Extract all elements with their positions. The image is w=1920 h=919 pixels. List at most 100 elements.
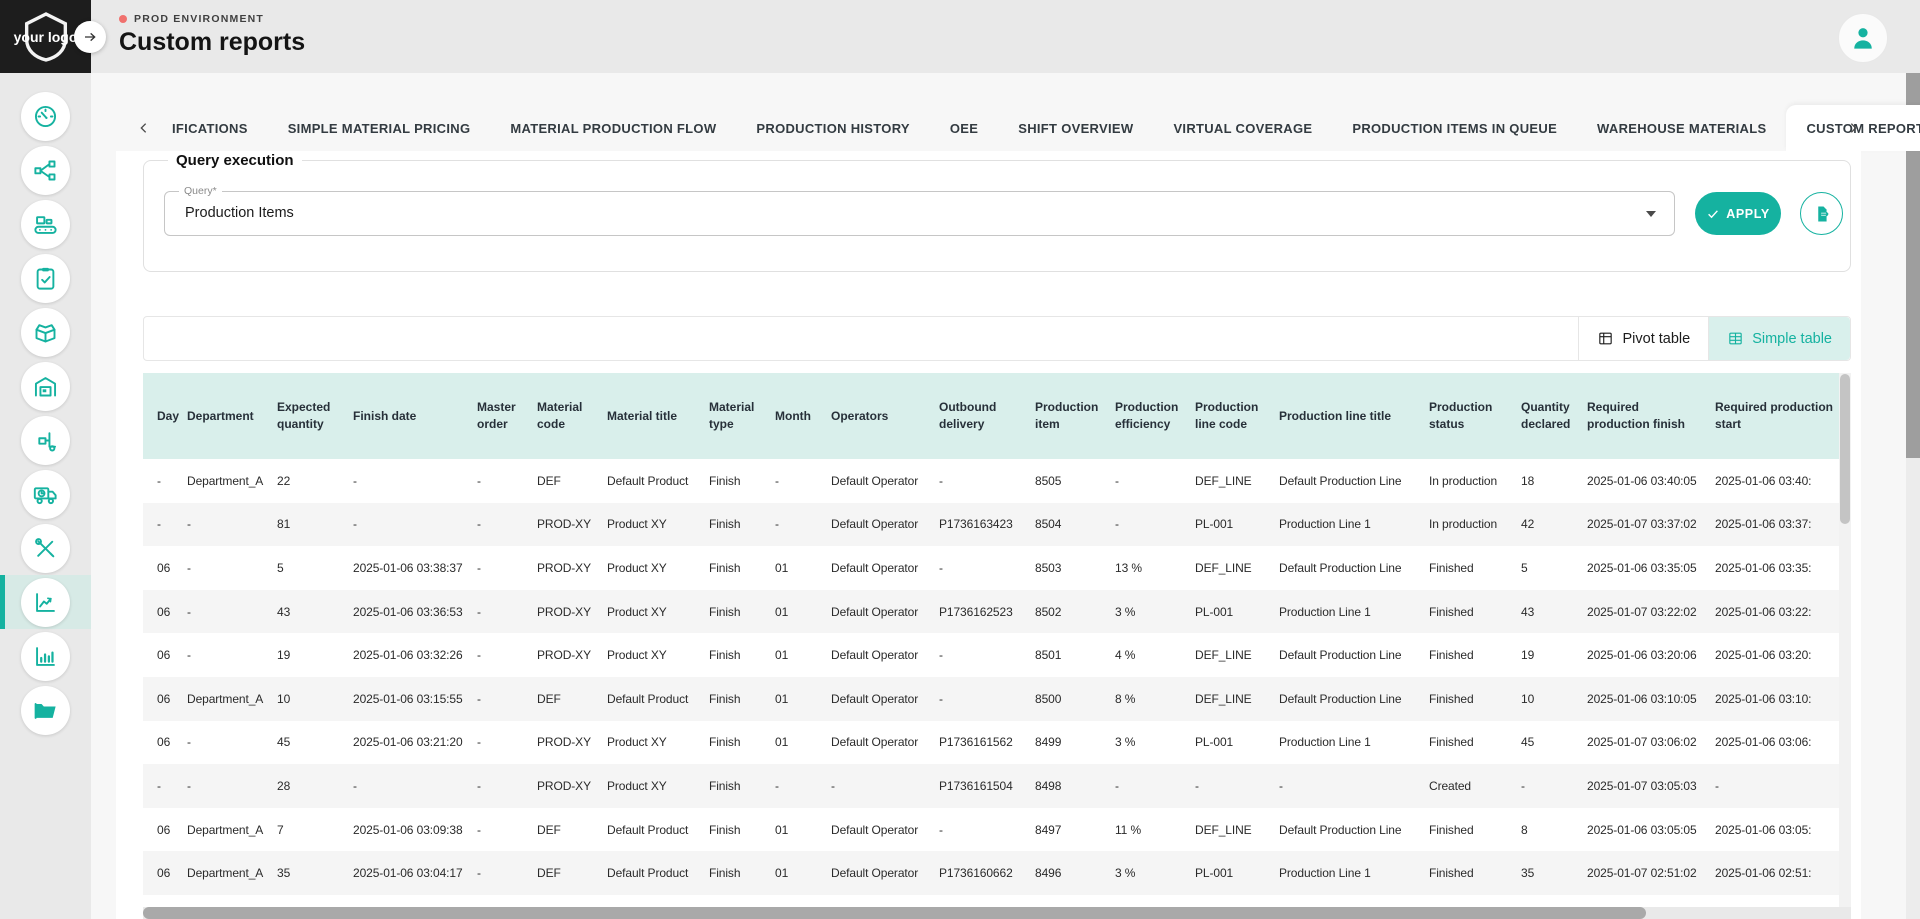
sidebar-item-documents[interactable] (0, 683, 91, 737)
table-row[interactable]: 06-192025-01-06 03:32:26-PROD-XYProduct … (143, 633, 1839, 677)
tab-content-panel: Query execution Query* Production Items … (116, 151, 1861, 919)
pivot-table-label: Pivot table (1622, 331, 1690, 347)
table-cell: 19 (1521, 633, 1587, 677)
table-cell: 45 (1521, 721, 1587, 765)
sidebar-item-delivery[interactable] (0, 467, 91, 521)
table-cell: 28 (277, 764, 353, 808)
table-row[interactable]: --28--PROD-XYProduct XYFinish--P17361615… (143, 764, 1839, 808)
sidebar-item-dashboard[interactable] (0, 89, 91, 143)
table-cell: - (353, 503, 477, 547)
tab-material-production-flow[interactable]: MATERIAL PRODUCTION FLOW (490, 105, 736, 151)
table-cell: Default Operator (831, 808, 939, 852)
tab-shift-overview[interactable]: SHIFT OVERVIEW (998, 105, 1153, 151)
table-cell: DEF_LINE (1195, 459, 1279, 503)
table-vertical-scrollbar-thumb[interactable] (1840, 374, 1850, 524)
column-header-production-efficiency: Production efficiency (1115, 373, 1195, 459)
sidebar-item-tasks[interactable] (0, 251, 91, 305)
table-horizontal-scrollbar-thumb[interactable] (143, 907, 1646, 919)
table-cell: P1736161562 (939, 721, 1035, 765)
table-cell: 4 % (1115, 633, 1195, 677)
table-cell: 2025-01-06 03:40:05 (1587, 459, 1715, 503)
column-header-production-status: Production status (1429, 373, 1521, 459)
table-cell: 5 (277, 546, 353, 590)
user-avatar-button[interactable] (1838, 13, 1888, 63)
table-cell: 13 % (1115, 546, 1195, 590)
table-cell: - (353, 459, 477, 503)
column-header-master-order: Master order (477, 373, 537, 459)
sidebar-item-forklift[interactable] (0, 413, 91, 467)
apply-button-label: APPLY (1726, 207, 1770, 221)
table-cell: 2025-01-06 03:32:26 (353, 633, 477, 677)
table-row[interactable]: 06-452025-01-06 03:21:20-PROD-XYProduct … (143, 721, 1839, 765)
sidebar-item-flow[interactable] (0, 143, 91, 197)
table-row[interactable]: --81--PROD-XYProduct XYFinish-Default Op… (143, 503, 1839, 547)
tab-production-history[interactable]: PRODUCTION HISTORY (736, 105, 929, 151)
table-cell: Finish (709, 851, 775, 895)
sidebar-item-reports[interactable] (0, 575, 91, 629)
tabs-scroll-right-button[interactable] (1841, 105, 1865, 151)
pivot-table-button[interactable]: Pivot table (1578, 317, 1708, 360)
table-row[interactable]: 06Department_A102025-01-06 03:15:55-DEFD… (143, 677, 1839, 721)
table-cell: - (939, 633, 1035, 677)
export-button[interactable] (1800, 192, 1843, 235)
page-title: Custom reports (119, 28, 305, 57)
package-icon (32, 319, 59, 346)
page-scrollbar[interactable] (1906, 73, 1920, 919)
table-cell: 35 (277, 851, 353, 895)
table-cell: - (477, 677, 537, 721)
table-cell: 8498 (1035, 764, 1115, 808)
sidebar-item-packages[interactable] (0, 305, 91, 359)
table-row[interactable]: -Department_A22--DEFDefault ProductFinis… (143, 459, 1839, 503)
table-cell: Finish (709, 590, 775, 634)
table-vertical-scrollbar[interactable] (1839, 373, 1851, 907)
sidebar-item-maintenance[interactable] (0, 521, 91, 575)
sidebar-collapse-button[interactable] (74, 21, 106, 53)
table-row[interactable]: 06-52025-01-06 03:38:37-PROD-XYProduct X… (143, 546, 1839, 590)
table-cell: 5 (1521, 546, 1587, 590)
table-cell: 8502 (1035, 590, 1115, 634)
table-cell: PL-001 (1195, 721, 1279, 765)
table-cell: 2025-01-06 03:36:53 (353, 590, 477, 634)
sidebar-item-warehouse[interactable] (0, 359, 91, 413)
truck-icon (32, 481, 59, 508)
tab-warehouse-materials[interactable]: WAREHOUSE MATERIALS (1577, 105, 1786, 151)
column-header-production-line-code: Production line code (1195, 373, 1279, 459)
tab-virtual-coverage[interactable]: VIRTUAL COVERAGE (1153, 105, 1332, 151)
table-cell: 01 (775, 677, 831, 721)
query-select-value: Production Items (165, 192, 1674, 235)
tabs-scroll-left-button[interactable] (136, 105, 152, 151)
table-horizontal-scrollbar[interactable] (143, 907, 1851, 919)
table-row[interactable]: 06-432025-01-06 03:36:53-PROD-XYProduct … (143, 590, 1839, 634)
query-select[interactable]: Query* Production Items (164, 191, 1675, 236)
tab-ifications[interactable]: IFICATIONS (152, 105, 268, 151)
table-row[interactable]: 06Department_A72025-01-06 03:09:38-DEFDe… (143, 808, 1839, 852)
column-header-production-line-title: Production line title (1279, 373, 1429, 459)
sidebar-item-production[interactable] (0, 197, 91, 251)
table-cell: PROD-XY (537, 546, 607, 590)
tab-production-items-in-queue[interactable]: PRODUCTION ITEMS IN QUEUE (1332, 105, 1577, 151)
gauge-icon (32, 103, 59, 130)
table-cell: Finish (709, 633, 775, 677)
table-cell: 2025-01-06 02:51: (1715, 851, 1839, 895)
tabs: IFICATIONSSIMPLE MATERIAL PRICINGMATERIA… (152, 105, 1920, 151)
table-row[interactable]: 06Department_A352025-01-06 03:04:17-DEFD… (143, 851, 1839, 895)
tab-simple-material-pricing[interactable]: SIMPLE MATERIAL PRICING (268, 105, 491, 151)
apply-button[interactable]: APPLY (1695, 192, 1781, 235)
tools-icon (32, 535, 59, 562)
table-cell: - (477, 546, 537, 590)
simple-table-button[interactable]: Simple table (1708, 317, 1850, 360)
table-cell: - (1115, 459, 1195, 503)
sidebar-item-statistics[interactable] (0, 629, 91, 683)
table-cell: 2025-01-06 03:37: (1715, 503, 1839, 547)
query-select-label: Query* (179, 185, 222, 197)
table-cell: Finished (1429, 590, 1521, 634)
table-cell: 7 (277, 808, 353, 852)
warehouse-icon (32, 373, 59, 400)
column-header-outbound-delivery: Outbound delivery (939, 373, 1035, 459)
logo-text: your logo (14, 29, 78, 45)
bar-chart-icon (32, 643, 59, 670)
simple-table-icon (1727, 330, 1744, 347)
table-cell: 8 (1521, 808, 1587, 852)
tab-oee[interactable]: OEE (930, 105, 998, 151)
table-cell: Finished (1429, 677, 1521, 721)
